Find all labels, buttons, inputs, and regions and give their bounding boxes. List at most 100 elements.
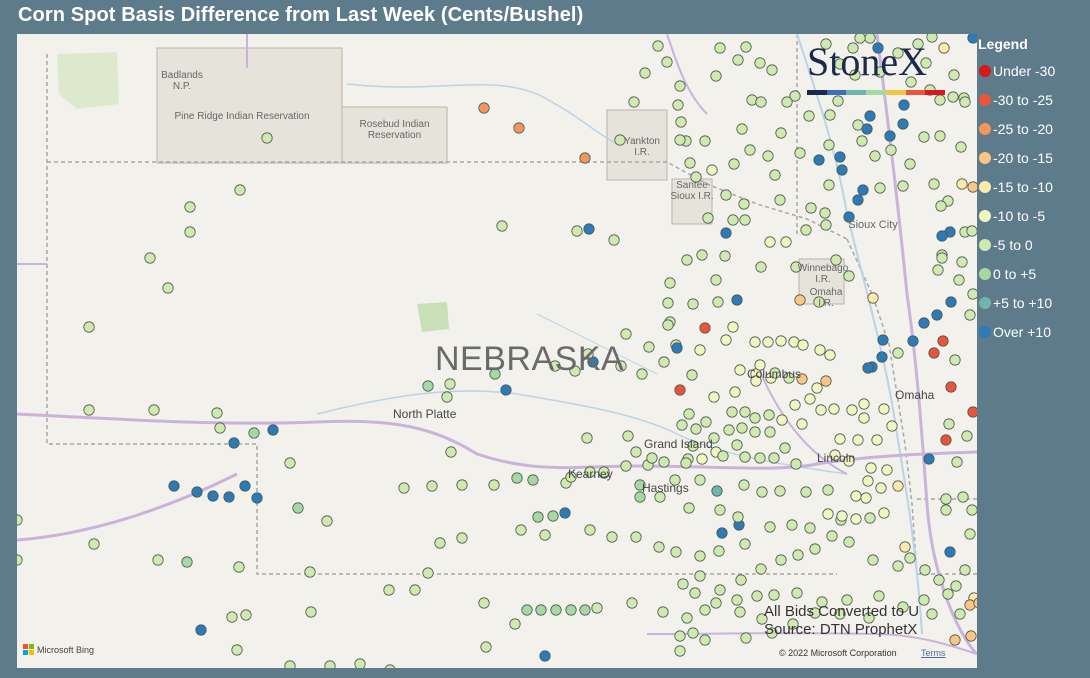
bid-point[interactable] (749, 336, 761, 348)
bid-point[interactable] (677, 578, 689, 590)
bid-point[interactable] (949, 354, 961, 366)
bid-point[interactable] (683, 502, 695, 514)
bid-point[interactable] (711, 485, 723, 497)
bid-point[interactable] (305, 606, 317, 618)
bid-point[interactable] (674, 80, 686, 92)
bid-point[interactable] (764, 426, 776, 438)
bid-point[interactable] (324, 660, 336, 668)
legend-item[interactable]: -10 to -5 (978, 201, 1090, 230)
bid-point[interactable] (714, 42, 726, 54)
bid-point[interactable] (850, 513, 862, 525)
bid-point[interactable] (937, 335, 949, 347)
bid-point[interactable] (445, 446, 457, 458)
bid-point[interactable] (714, 504, 726, 516)
bid-point[interactable] (764, 521, 776, 533)
bid-point[interactable] (696, 453, 708, 465)
bid-point[interactable] (674, 645, 686, 657)
bid-point[interactable] (658, 456, 670, 468)
bid-point[interactable] (739, 451, 751, 463)
bid-point[interactable] (168, 480, 180, 492)
bid-point[interactable] (699, 604, 711, 616)
bid-point[interactable] (803, 110, 815, 122)
legend-item[interactable]: -25 to -20 (978, 114, 1090, 143)
bid-point[interactable] (226, 611, 238, 623)
bid-point[interactable] (862, 362, 874, 374)
bid-point[interactable] (926, 608, 938, 620)
bid-point[interactable] (822, 508, 834, 520)
bid-point[interactable] (671, 342, 683, 354)
bid-point[interactable] (687, 627, 699, 639)
bid-point[interactable] (858, 398, 870, 410)
bid-point[interactable] (754, 57, 766, 69)
bid-point[interactable] (694, 550, 706, 562)
bid-point[interactable] (687, 298, 699, 310)
bid-point[interactable] (951, 456, 963, 468)
bid-point[interactable] (907, 335, 919, 347)
bid-point[interactable] (819, 207, 831, 219)
bid-point[interactable] (878, 403, 890, 415)
bid-point[interactable] (720, 227, 732, 239)
bid-point[interactable] (792, 549, 804, 561)
bid-point[interactable] (191, 486, 203, 498)
bid-point[interactable] (509, 618, 521, 630)
bid-point[interactable] (712, 296, 724, 308)
bid-point[interactable] (797, 339, 809, 351)
bid-point[interactable] (754, 452, 766, 464)
bid-point[interactable] (768, 589, 780, 601)
bid-point[interactable] (945, 296, 957, 308)
map-canvas[interactable]: Badlands N.P. Pine Ridge Indian Reservat… (17, 34, 977, 668)
bid-point[interactable] (892, 480, 904, 492)
bid-point[interactable] (694, 570, 706, 582)
bid-point[interactable] (800, 224, 812, 236)
bid-point[interactable] (867, 292, 879, 304)
bid-point[interactable] (234, 184, 246, 196)
bid-point[interactable] (811, 382, 823, 394)
bid-point[interactable] (814, 344, 826, 356)
bid-point[interactable] (852, 434, 864, 446)
bid-point[interactable] (710, 597, 722, 609)
bid-point[interactable] (843, 536, 855, 548)
bid-point[interactable] (521, 604, 533, 616)
bid-point[interactable] (708, 391, 720, 403)
bid-point[interactable] (858, 412, 870, 424)
bid-point[interactable] (207, 490, 219, 502)
bid-point[interactable] (751, 590, 763, 602)
legend-item[interactable]: +5 to +10 (978, 288, 1090, 317)
bid-point[interactable] (354, 658, 366, 668)
bid-point[interactable] (775, 335, 787, 347)
bid-point[interactable] (862, 475, 874, 487)
bid-point[interactable] (919, 564, 931, 576)
bid-point[interactable] (834, 433, 846, 445)
bid-point[interactable] (749, 426, 761, 438)
bid-point[interactable] (694, 344, 706, 356)
bid-point[interactable] (284, 660, 296, 668)
bid-point[interactable] (488, 479, 500, 491)
bid-point[interactable] (815, 404, 827, 416)
bid-point[interactable] (717, 450, 729, 462)
bid-point[interactable] (935, 200, 947, 212)
bid-point[interactable] (583, 223, 595, 235)
bid-point[interactable] (790, 458, 802, 470)
legend-item[interactable]: -15 to -10 (978, 172, 1090, 201)
bid-point[interactable] (746, 94, 758, 106)
bid-point[interactable] (828, 403, 840, 415)
bid-point[interactable] (731, 594, 743, 606)
bid-point[interactable] (702, 212, 714, 224)
legend-item[interactable]: -5 to 0 (978, 230, 1090, 259)
bid-point[interactable] (738, 479, 750, 491)
bid-point[interactable] (918, 131, 930, 143)
bid-point[interactable] (240, 609, 252, 621)
bid-point[interactable] (720, 189, 732, 201)
bid-point[interactable] (652, 40, 664, 52)
bid-point[interactable] (749, 412, 761, 424)
bid-point[interactable] (251, 492, 263, 504)
bid-point[interactable] (744, 144, 756, 156)
bid-point[interactable] (184, 226, 196, 238)
bid-point[interactable] (865, 462, 877, 474)
bid-point[interactable] (535, 604, 547, 616)
bid-point[interactable] (878, 507, 890, 519)
bid-point[interactable] (756, 486, 768, 498)
bid-point[interactable] (820, 219, 832, 231)
bid-point[interactable] (719, 250, 731, 262)
bid-point[interactable] (931, 309, 943, 321)
